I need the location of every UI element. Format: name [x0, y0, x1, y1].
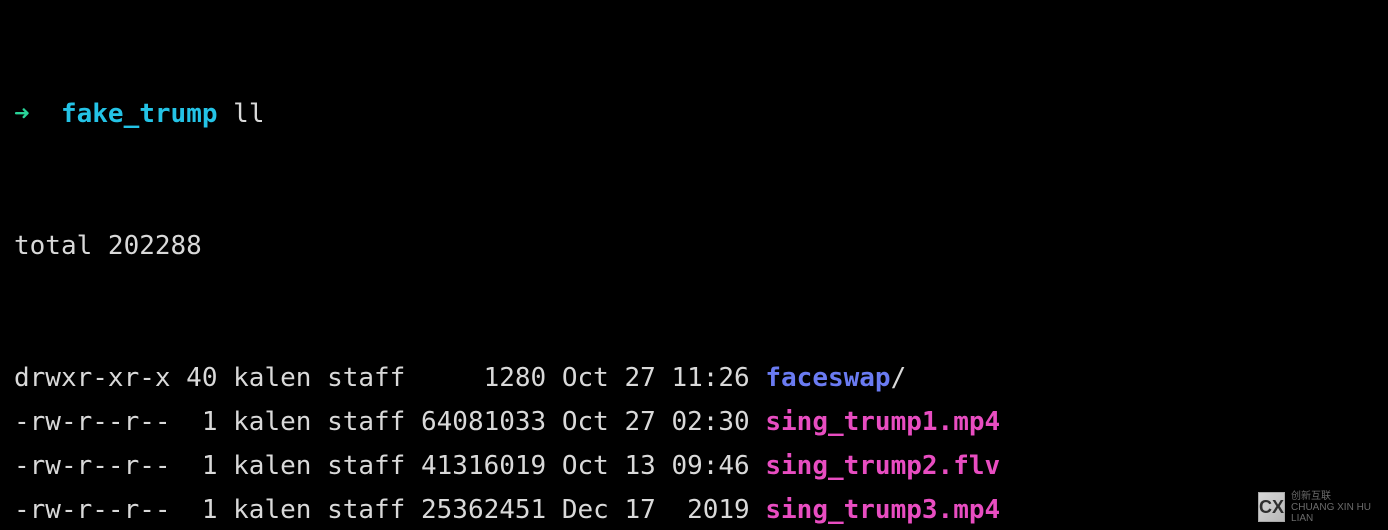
total-line: total 202288: [14, 224, 1374, 268]
file-meta: -rw-r--r-- 1 kalen staff 41316019 Oct 13…: [14, 451, 765, 481]
dir-suffix: /: [891, 363, 907, 393]
list-item: -rw-r--r-- 1 kalen staff 64081033 Oct 27…: [14, 400, 1374, 444]
prompt-arrow-icon: ➜: [14, 99, 30, 129]
file-name: sing_trump2.flv: [765, 451, 1000, 481]
list-item: -rw-r--r-- 1 kalen staff 25362451 Dec 17…: [14, 488, 1374, 530]
file-meta: drwxr-xr-x 40 kalen staff 1280 Oct 27 11…: [14, 363, 765, 393]
file-listing: drwxr-xr-x 40 kalen staff 1280 Oct 27 11…: [14, 356, 1374, 530]
watermark-text: 创新互联 CHUANG XIN HU LIAN: [1291, 491, 1378, 524]
watermark-logo-icon: CX: [1258, 492, 1285, 522]
file-meta: -rw-r--r-- 1 kalen staff 25362451 Dec 17…: [14, 495, 765, 525]
prompt-line-1: ➜ fake_trump ll: [14, 92, 1374, 136]
directory-name: faceswap: [765, 363, 890, 393]
prompt-cwd: fake_trump: [61, 99, 218, 129]
file-name: sing_trump1.mp4: [765, 407, 1000, 437]
prompt-command: ll: [233, 99, 264, 129]
terminal-output[interactable]: ➜ fake_trump ll total 202288 drwxr-xr-x …: [0, 0, 1388, 530]
file-meta: -rw-r--r-- 1 kalen staff 64081033 Oct 27…: [14, 407, 765, 437]
watermark-line1: 创新互联: [1291, 491, 1378, 502]
watermark: CX 创新互联 CHUANG XIN HU LIAN: [1258, 492, 1378, 522]
file-name: sing_trump3.mp4: [765, 495, 1000, 525]
watermark-line2: CHUANG XIN HU LIAN: [1291, 502, 1378, 524]
list-item: drwxr-xr-x 40 kalen staff 1280 Oct 27 11…: [14, 356, 1374, 400]
list-item: -rw-r--r-- 1 kalen staff 41316019 Oct 13…: [14, 444, 1374, 488]
